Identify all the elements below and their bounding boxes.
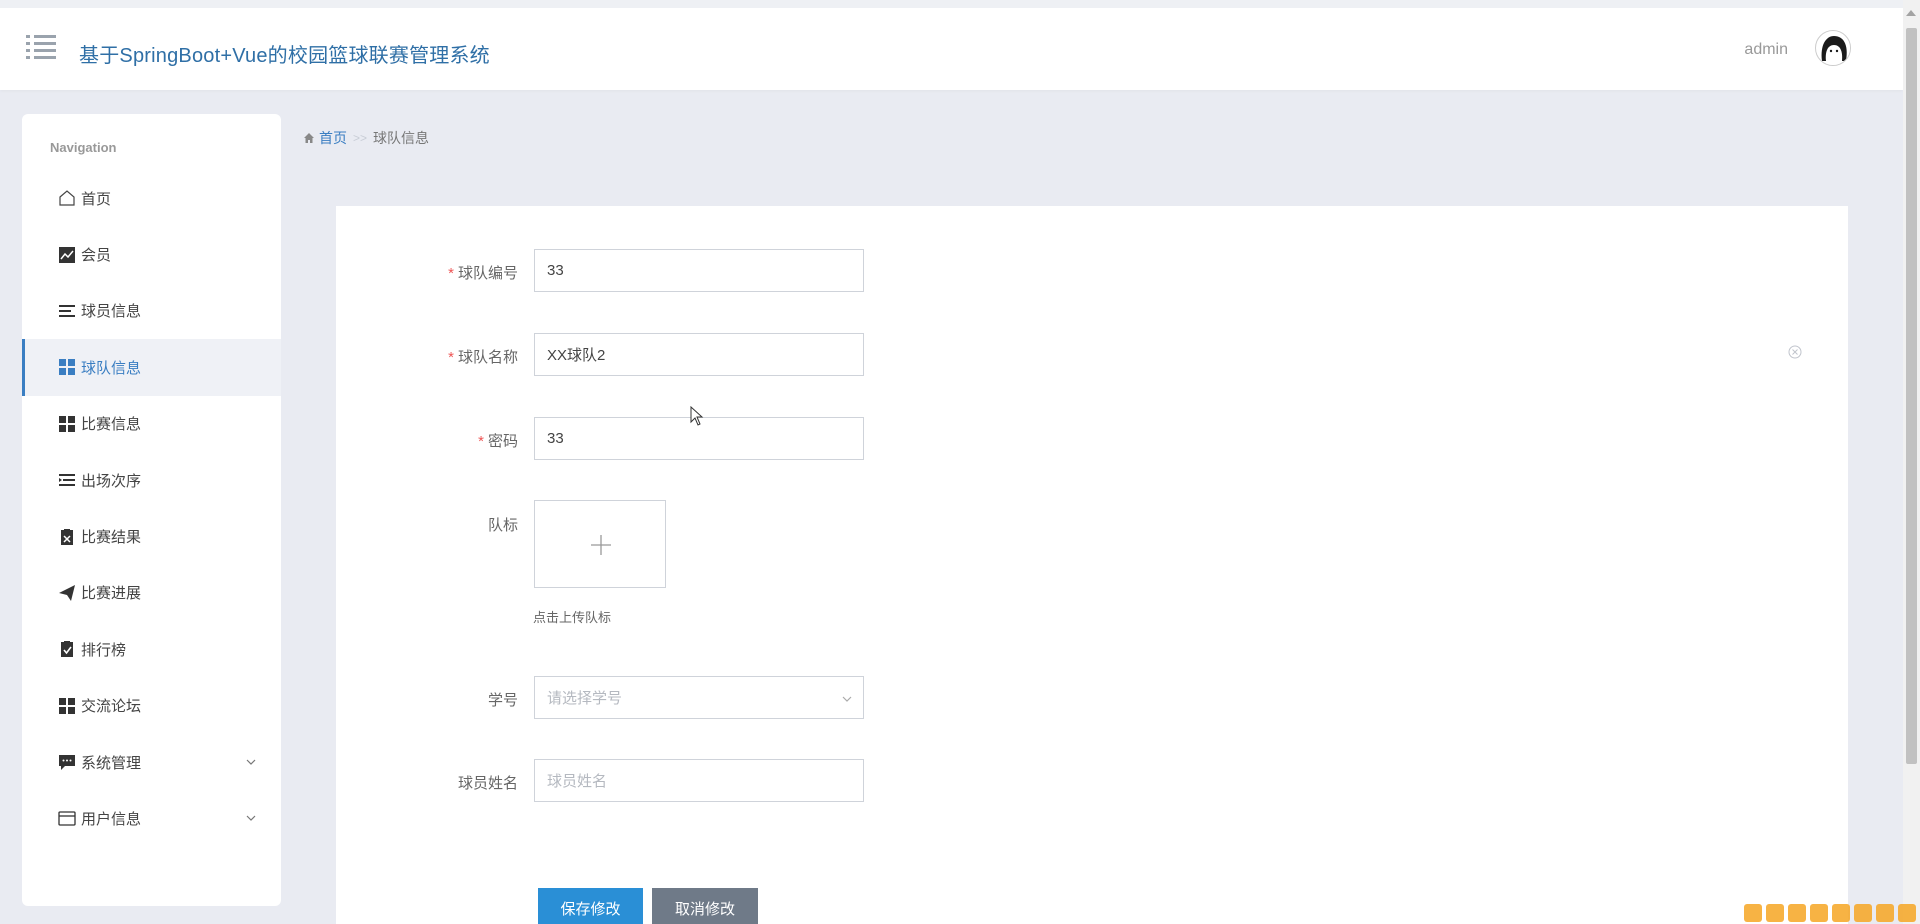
chevron-down-icon — [246, 759, 256, 765]
app-title: 基于SpringBoot+Vue的校园篮球联赛管理系统 — [79, 45, 490, 67]
sidebar-item-system[interactable]: 系统管理 — [22, 734, 281, 790]
sidebar-item-label: 排行榜 — [81, 641, 127, 659]
player-name-input[interactable]: 球员姓名 — [534, 759, 864, 802]
sidebar-item-home[interactable]: 首页 — [22, 170, 281, 226]
user-name[interactable]: admin — [1744, 41, 1788, 59]
tray-icon[interactable] — [1898, 904, 1916, 922]
plus-icon — [591, 535, 611, 555]
cancel-button[interactable]: 取消修改 — [652, 888, 758, 924]
clipboard-x-icon — [58, 528, 76, 546]
sidebar-item-label: 用户信息 — [81, 810, 142, 828]
sidebar-item-matches[interactable]: 比赛信息 — [22, 396, 281, 452]
logo-label: 队标 — [487, 517, 518, 534]
sidebar-item-ranking[interactable]: 排行榜 — [22, 621, 281, 677]
card-icon — [58, 809, 76, 827]
chevron-down-icon — [842, 696, 852, 702]
clipboard-check-icon — [58, 640, 76, 658]
sidebar-item-lineup[interactable]: 出场次序 — [22, 452, 281, 508]
sidebar-item-label: 球员信息 — [81, 303, 142, 321]
close-circle-icon[interactable] — [1788, 345, 1802, 359]
tray-icon[interactable] — [1876, 904, 1894, 922]
breadcrumb-home-link[interactable]: 首页 — [303, 128, 347, 148]
sidebar-item-members[interactable]: 会员 — [22, 226, 281, 282]
sidebar-item-label: 交流论坛 — [81, 698, 142, 716]
breadcrumb-current: 球队信息 — [373, 130, 430, 146]
sidebar-item-label: 出场次序 — [81, 472, 142, 490]
chevron-down-icon — [246, 815, 256, 822]
team-id-input[interactable]: 33 — [534, 249, 864, 292]
breadcrumb: 首页 >> 球队信息 — [303, 128, 429, 148]
breadcrumb-home-label: 首页 — [319, 130, 347, 146]
password-label: * 密码 — [478, 433, 518, 450]
nav-list: 首页 会员 球员信息 球队信息 比赛信息 出场次序 比赛结果 比赛进展 排行榜 … — [22, 170, 281, 847]
team-name-input[interactable]: XX球队2 — [534, 333, 864, 376]
sidebar-item-label: 会员 — [81, 247, 112, 265]
logo-uploader[interactable] — [534, 500, 666, 588]
scrollbar-thumb[interactable] — [1906, 28, 1917, 764]
sidebar-item-label: 首页 — [81, 190, 112, 208]
sidebar-item-users[interactable]: 用户信息 — [22, 790, 281, 846]
sidebar-item-forum[interactable]: 交流论坛 — [22, 678, 281, 734]
tray-icon[interactable] — [1788, 904, 1806, 922]
breadcrumb-separator: >> — [353, 131, 368, 145]
sidebar-item-label: 比赛结果 — [81, 529, 142, 547]
tray-icon[interactable] — [1810, 904, 1828, 922]
menu-toggle-icon[interactable] — [26, 34, 56, 60]
sidebar-item-label: 系统管理 — [81, 754, 142, 772]
sidebar-item-label: 比赛进展 — [81, 585, 142, 603]
required-mark: * — [478, 433, 484, 450]
tray-icon[interactable] — [1766, 904, 1784, 922]
system-tray — [1744, 904, 1916, 922]
sidebar: Navigation 首页 会员 球员信息 球队信息 比赛信息 出场次序 比赛结… — [22, 114, 281, 906]
sidebar-item-teams[interactable]: 球队信息 — [22, 339, 281, 396]
nav-caption: Navigation — [50, 140, 117, 155]
team-id-label: * 球队编号 — [448, 265, 518, 282]
student-id-select[interactable]: 请选择学号 — [534, 676, 864, 719]
sidebar-item-label: 比赛信息 — [81, 416, 142, 434]
grid-icon — [58, 697, 76, 715]
required-mark: * — [448, 265, 454, 282]
grid-icon — [58, 358, 76, 376]
send-icon — [58, 584, 76, 602]
comment-icon — [58, 753, 76, 771]
list-icon — [58, 302, 76, 320]
indent-icon — [58, 471, 76, 489]
mouse-cursor-icon — [690, 406, 704, 426]
scroll-up-arrow-icon[interactable] — [1906, 10, 1916, 16]
upload-hint: 点击上传队标 — [533, 610, 612, 625]
home-icon — [58, 189, 76, 207]
chart-icon — [58, 246, 76, 264]
student-id-placeholder: 请选择学号 — [547, 690, 623, 707]
avatar[interactable] — [1815, 30, 1851, 66]
required-mark: * — [448, 349, 454, 366]
scrollbar[interactable] — [1903, 0, 1920, 924]
grid-icon — [58, 415, 76, 433]
home-icon — [304, 133, 314, 143]
tray-icon[interactable] — [1854, 904, 1872, 922]
team-name-label: * 球队名称 — [448, 349, 518, 366]
sidebar-item-players[interactable]: 球员信息 — [22, 283, 281, 339]
player-name-label: 球员姓名 — [457, 775, 518, 792]
sidebar-item-results[interactable]: 比赛结果 — [22, 508, 281, 564]
student-id-label: 学号 — [487, 692, 518, 709]
top-bar: 基于SpringBoot+Vue的校园篮球联赛管理系统 admin — [0, 0, 1903, 90]
tray-icon[interactable] — [1744, 904, 1762, 922]
sidebar-item-progress[interactable]: 比赛进展 — [22, 565, 281, 621]
sidebar-item-label: 球队信息 — [81, 359, 142, 377]
save-button[interactable]: 保存修改 — [538, 888, 643, 924]
tray-icon[interactable] — [1832, 904, 1850, 922]
